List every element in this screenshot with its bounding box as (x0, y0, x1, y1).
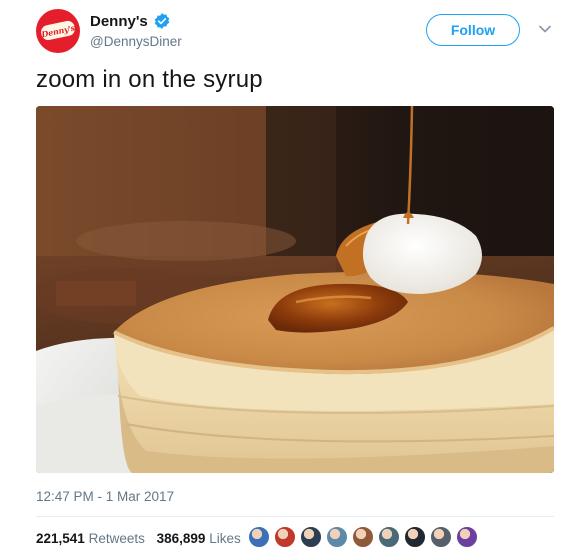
tweet-media-photo[interactable] (36, 106, 554, 473)
liker-avatar-4-icon[interactable] (326, 526, 348, 548)
pancake-syrup-photo (36, 106, 554, 473)
name-row: Denny's (90, 12, 171, 30)
verified-badge-icon (154, 13, 170, 29)
tweet-text: zoom in on the syrup (36, 66, 263, 93)
stats-divider (36, 516, 554, 517)
dennys-logo: Denny's (39, 19, 77, 42)
liker-avatar-3-icon[interactable] (300, 526, 322, 548)
likes-label[interactable]: Likes (209, 531, 241, 546)
liker-avatar-7-icon[interactable] (404, 526, 426, 548)
likers-avatars (248, 526, 488, 552)
liker-avatar-5-icon[interactable] (352, 526, 374, 548)
retweets-count[interactable]: 221,541 (36, 531, 85, 546)
likes-count[interactable]: 386,899 (157, 531, 206, 546)
retweets-label[interactable]: Retweets (89, 531, 145, 546)
liker-avatar-9-icon[interactable] (456, 526, 478, 548)
profile-avatar[interactable]: Denny's (36, 9, 80, 53)
follow-button[interactable]: Follow (426, 14, 520, 46)
account-handle[interactable]: @DennysDiner (90, 34, 182, 49)
avatar-logo-text: Denny's (40, 22, 76, 39)
display-name[interactable]: Denny's (90, 13, 148, 30)
tweet-timestamp[interactable]: 12:47 PM - 1 Mar 2017 (36, 489, 174, 504)
liker-avatar-8-icon[interactable] (430, 526, 452, 548)
liker-avatar-2-icon[interactable] (274, 526, 296, 548)
tweet-stats: 221,541 Retweets 386,899 Likes (36, 531, 249, 546)
tweet-header: Denny's Denny's @DennysDiner Follow (0, 0, 588, 62)
liker-avatar-6-icon[interactable] (378, 526, 400, 548)
liker-avatar-1-icon[interactable] (248, 526, 270, 548)
chevron-down-icon[interactable] (538, 24, 552, 34)
